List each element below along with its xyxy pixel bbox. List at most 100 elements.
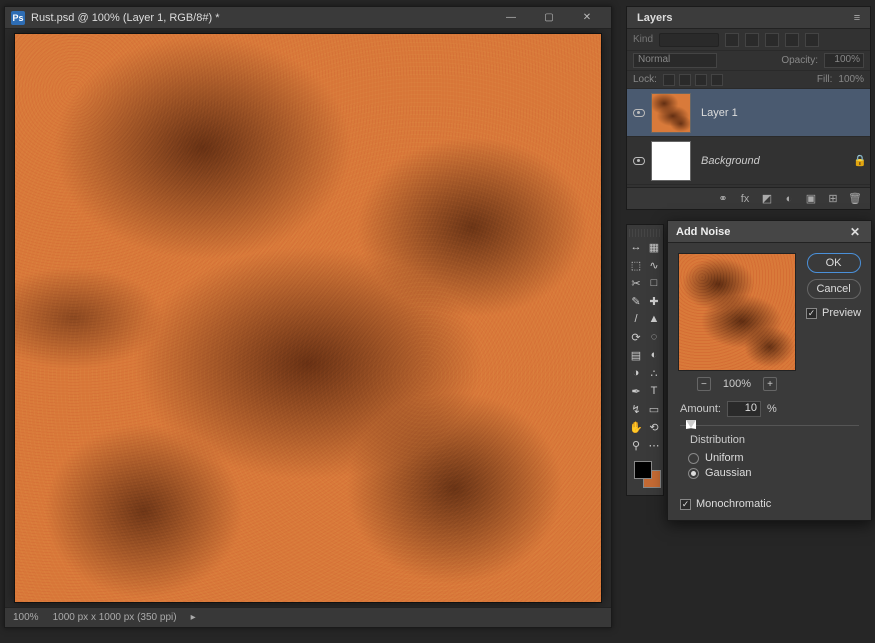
blend-mode-select[interactable]: Normal	[633, 53, 717, 68]
layer-kind-select[interactable]	[659, 33, 719, 47]
canvas[interactable]	[15, 34, 601, 602]
lock-row: Lock: Fill: 100%	[627, 71, 870, 89]
tools-palette[interactable]: ↔▦⬚∿✂□✎✚/▲⟳◌▤◐◑∴✒T↯▭✋⟲⚲⋯	[626, 224, 664, 496]
filter-toggle-2[interactable]	[745, 33, 759, 47]
zoom-percent: 100%	[723, 378, 751, 390]
tool-frame[interactable]: □	[646, 275, 662, 291]
layers-tab[interactable]: Layers ≡	[627, 7, 870, 29]
new-layer-icon[interactable]: ⊞	[826, 192, 840, 205]
tool-stamp[interactable]: ▲	[646, 311, 662, 327]
lock-label: Lock:	[633, 74, 657, 85]
palette-drag-handle[interactable]	[629, 229, 661, 237]
visibility-toggle[interactable]	[627, 157, 651, 165]
tool-zoom[interactable]: ⚲	[628, 437, 644, 453]
tool-rotate[interactable]: ⟲	[646, 419, 662, 435]
status-chevron-icon[interactable]: ▸	[191, 612, 196, 623]
tool-type[interactable]: T	[646, 383, 662, 399]
tool-history[interactable]: ⟳	[628, 329, 644, 345]
filter-toggle-1[interactable]	[725, 33, 739, 47]
zoom-in-button[interactable]: +	[763, 377, 777, 391]
app-icon: Ps	[11, 11, 25, 25]
close-button[interactable]: ✕	[569, 9, 605, 27]
tool-smudge[interactable]: ∴	[646, 365, 662, 381]
layer-name[interactable]: Background	[701, 155, 850, 167]
fill-input[interactable]: 100%	[838, 74, 864, 85]
filter-toggle-4[interactable]	[785, 33, 799, 47]
fx-icon[interactable]: fx	[738, 193, 752, 205]
lock-pixels-icon[interactable]	[679, 74, 691, 86]
blend-row: Normal Opacity: 100%	[627, 51, 870, 71]
tool-more[interactable]: ⋯	[646, 437, 662, 453]
lock-position-icon[interactable]	[695, 74, 707, 86]
distribution-label: Distribution	[686, 434, 749, 446]
lock-icon[interactable]: 🔒	[850, 154, 870, 167]
zoom-out-button[interactable]: −	[697, 377, 711, 391]
layers-filter-row: Kind	[627, 29, 870, 51]
link-layers-icon[interactable]: ⚭	[716, 192, 730, 205]
tool-hand[interactable]: ✋	[628, 419, 644, 435]
adjustment-icon[interactable]: ◐	[782, 193, 796, 205]
visibility-toggle[interactable]	[627, 109, 651, 117]
layer-thumbnail[interactable]	[651, 93, 691, 133]
tool-dodge[interactable]: ◑	[628, 365, 644, 381]
checkbox-icon: ✓	[680, 499, 691, 510]
status-dimensions: 1000 px x 1000 px (350 ppi)	[53, 612, 177, 623]
layers-tab-label: Layers	[637, 12, 672, 24]
slider-thumb-icon[interactable]	[686, 420, 696, 429]
panel-menu-icon[interactable]: ≡	[848, 11, 866, 25]
lock-transparent-icon[interactable]	[663, 74, 675, 86]
minimize-button[interactable]: —	[493, 9, 529, 27]
tool-move[interactable]: ↔	[628, 239, 644, 255]
trash-icon[interactable]: 🗑	[848, 192, 862, 205]
tool-crop[interactable]: ✂	[628, 275, 644, 291]
status-bar: 100% 1000 px x 1000 px (350 ppi) ▸	[5, 607, 611, 627]
monochromatic-checkbox[interactable]: ✓ Monochromatic	[680, 498, 859, 510]
checkbox-icon: ✓	[806, 308, 817, 319]
eye-icon	[633, 157, 645, 165]
opacity-input[interactable]: 100%	[824, 53, 864, 68]
tool-blur[interactable]: ◐	[646, 347, 662, 363]
color-swatches[interactable]	[629, 459, 661, 489]
tool-eyedropper[interactable]: ✎	[628, 293, 644, 309]
amount-input[interactable]: 10	[727, 401, 761, 417]
tool-pen[interactable]: ✒	[628, 383, 644, 399]
tool-marquee[interactable]: ⬚	[628, 257, 644, 273]
tool-lasso[interactable]: ∿	[646, 257, 662, 273]
layer-list: Layer 1 Background 🔒	[627, 89, 870, 187]
foreground-swatch[interactable]	[634, 461, 652, 479]
layers-footer: ⚭ fx ◩ ◐ ▣ ⊞ 🗑	[627, 187, 870, 209]
lock-all-icon[interactable]	[711, 74, 723, 86]
close-icon[interactable]: ✕	[847, 224, 863, 240]
layer-thumbnail[interactable]	[651, 141, 691, 181]
tool-gradient[interactable]: ▤	[628, 347, 644, 363]
tool-artboard[interactable]: ▦	[646, 239, 662, 255]
tool-patch[interactable]: ✚	[646, 293, 662, 309]
amount-slider[interactable]	[680, 419, 859, 433]
dialog-titlebar[interactable]: Add Noise ✕	[668, 221, 871, 243]
canvas-area[interactable]	[5, 29, 611, 607]
tool-path[interactable]: ↯	[628, 401, 644, 417]
group-icon[interactable]: ▣	[804, 192, 818, 205]
filter-toggle-3[interactable]	[765, 33, 779, 47]
document-titlebar[interactable]: Ps Rust.psd @ 100% (Layer 1, RGB/8#) * —…	[5, 7, 611, 29]
ok-button[interactable]: OK	[807, 253, 861, 273]
tool-rect[interactable]: ▭	[646, 401, 662, 417]
preview-checkbox[interactable]: ✓ Preview	[806, 307, 861, 319]
gaussian-label: Gaussian	[705, 467, 751, 479]
layer-row[interactable]: Background 🔒	[627, 137, 870, 185]
layer-row[interactable]: Layer 1	[627, 89, 870, 137]
cancel-button[interactable]: Cancel	[807, 279, 861, 299]
status-zoom[interactable]: 100%	[13, 612, 39, 623]
tool-brush[interactable]: /	[628, 311, 644, 327]
window-controls: — ▢ ✕	[493, 9, 605, 27]
layer-name[interactable]: Layer 1	[701, 107, 870, 119]
uniform-radio[interactable]: Uniform	[688, 452, 851, 464]
mask-icon[interactable]: ◩	[760, 192, 774, 205]
maximize-button[interactable]: ▢	[531, 9, 567, 27]
filter-toggle-5[interactable]	[805, 33, 819, 47]
preview-thumbnail[interactable]	[678, 253, 796, 371]
tool-eraser[interactable]: ◌	[646, 329, 662, 345]
amount-unit: %	[767, 403, 777, 415]
gaussian-radio[interactable]: Gaussian	[688, 467, 851, 479]
distribution-group: Distribution Uniform Gaussian	[680, 441, 859, 488]
